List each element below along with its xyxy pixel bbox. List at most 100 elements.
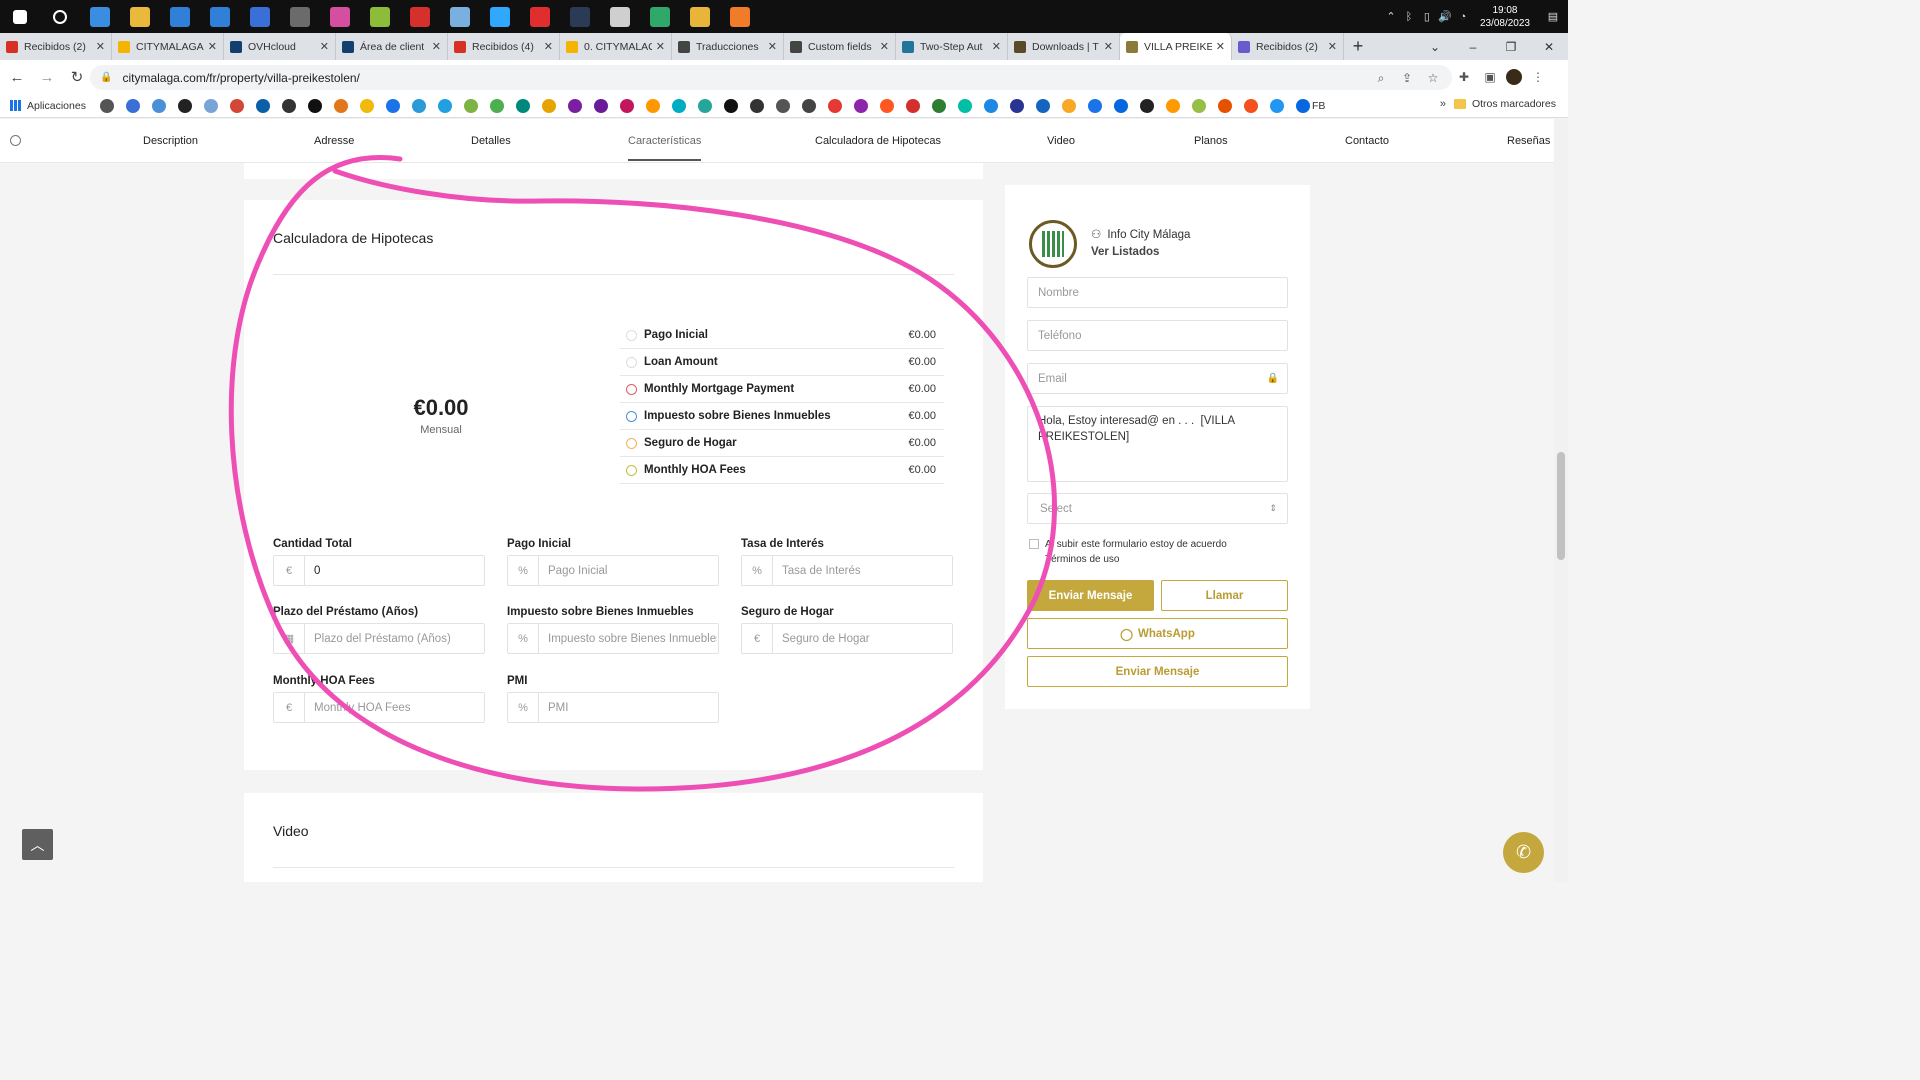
chrome-icon[interactable] [680, 0, 720, 33]
address-bar[interactable]: 🔒 citymalaga.com/fr/property/villa-preik… [90, 65, 1452, 90]
calculator-input[interactable] [305, 632, 483, 645]
calculator-input-field[interactable]: % [507, 623, 719, 654]
bookmark-favicon-icon[interactable] [1061, 98, 1076, 113]
calculator-input[interactable] [539, 564, 717, 577]
bookmark-favicon-icon[interactable] [879, 98, 894, 113]
tab-close-icon[interactable]: ✕ [992, 40, 1001, 53]
bookmark-favicon-icon[interactable] [1139, 98, 1154, 113]
bookmark-other-folder[interactable]: Otros marcadores [1453, 98, 1556, 110]
bookmark-favicon-icon[interactable] [931, 98, 946, 113]
tab-close-icon[interactable]: ✕ [768, 40, 777, 53]
bookmark-favicon-icon[interactable] [697, 98, 712, 113]
volume-icon[interactable]: 🔊 [1436, 8, 1454, 26]
bookmark-favicon-icon[interactable] [671, 98, 686, 113]
bookmark-favicon-icon[interactable] [359, 98, 374, 113]
bookmark-favicon-icon[interactable] [593, 98, 608, 113]
calculator-input-field[interactable]: € [273, 692, 485, 723]
bookmark-favicon-icon[interactable] [1087, 98, 1102, 113]
bookmark-favicon-icon[interactable] [203, 98, 218, 113]
circle-menu-icon[interactable] [10, 135, 21, 146]
bookmark-favicon-icon[interactable] [255, 98, 270, 113]
app-icon-1[interactable] [80, 0, 120, 33]
calculator-input-field[interactable]: % [507, 555, 719, 586]
section-nav-item[interactable]: Reseñas [1507, 135, 1550, 147]
settings-icon[interactable] [600, 0, 640, 33]
bookmark-favicon-icon[interactable] [307, 98, 322, 113]
name-field[interactable] [1027, 277, 1288, 308]
close-window-icon[interactable]: ✕ [1530, 33, 1568, 60]
browser-tab[interactable]: Área de client ✕ [336, 33, 448, 60]
bookmark-favicon-icon[interactable] [749, 98, 764, 113]
extensions-icon[interactable]: ✚ [1454, 67, 1474, 87]
minimize-icon[interactable]: – [1454, 33, 1492, 60]
calculator-input-field[interactable]: € [273, 555, 485, 586]
bookmark-favicon-icon[interactable] [1035, 98, 1050, 113]
bookmark-favicon-icon[interactable] [125, 98, 140, 113]
send-message-button-secondary[interactable]: Enviar Mensaje [1027, 656, 1288, 687]
bookmark-favicon-icon[interactable] [957, 98, 972, 113]
calculator-input[interactable] [773, 632, 951, 645]
section-nav-item[interactable]: Características [628, 135, 702, 161]
browser-tab[interactable]: CITYMALAGA ✕ [112, 33, 224, 60]
tab-close-icon[interactable]: ✕ [656, 40, 665, 53]
terms-checkbox[interactable] [1029, 539, 1039, 549]
bookmark-favicon-icon[interactable] [1191, 98, 1206, 113]
terms-link[interactable]: Términos de uso [1045, 552, 1227, 567]
section-nav-item[interactable]: Calculadora de Hipotecas [815, 135, 941, 147]
firefox-icon[interactable] [720, 0, 760, 33]
bookmark-favicon-icon[interactable] [619, 98, 634, 113]
agent-logo[interactable] [1029, 220, 1077, 268]
calculator-input[interactable] [539, 632, 717, 645]
browser-tab[interactable]: OVHcloud ✕ [224, 33, 336, 60]
bookmark-favicon-icon[interactable] [333, 98, 348, 113]
mail-icon[interactable] [160, 0, 200, 33]
bookmark-favicon-icon[interactable] [567, 98, 582, 113]
calculator-input-field[interactable]: ▦ [273, 623, 485, 654]
browser-tab[interactable]: 0. CITYMALAG ✕ [560, 33, 672, 60]
name-input[interactable] [1028, 278, 1287, 307]
system-clock[interactable]: 19:08 23/08/2023 [1472, 4, 1538, 30]
bookmark-favicon-icon[interactable] [411, 98, 426, 113]
scrollbar-thumb[interactable] [1557, 452, 1565, 560]
calculator-input-field[interactable]: % [507, 692, 719, 723]
bookmark-favicon-icon[interactable] [463, 98, 478, 113]
browser-tab[interactable]: Two-Step Aut ✕ [896, 33, 1008, 60]
tab-close-icon[interactable]: ✕ [432, 40, 441, 53]
bookmark-favicon-icon[interactable] [177, 98, 192, 113]
bookmark-favicon-icon[interactable] [541, 98, 556, 113]
edge-icon[interactable] [640, 0, 680, 33]
search-icon[interactable] [40, 0, 80, 33]
floating-whatsapp-button[interactable]: ✆ [1503, 832, 1544, 873]
message-field[interactable]: Hola, Estoy interesad@ en . . . [VILLA P… [1027, 406, 1288, 482]
calculator-icon[interactable] [280, 0, 320, 33]
browser-tab[interactable]: Recibidos (2) ✕ [1232, 33, 1344, 60]
section-nav-item[interactable]: Adresse [314, 135, 354, 147]
calculator-input-field[interactable]: % [741, 555, 953, 586]
menu-kebab-icon[interactable]: ⋮ [1528, 67, 1548, 87]
password-manager-icon[interactable]: 🔒 [1267, 373, 1279, 384]
app-icon-6[interactable] [440, 0, 480, 33]
bookmark-favicon-icon[interactable] [99, 98, 114, 113]
bookmark-favicon-icon[interactable] [1113, 98, 1128, 113]
section-nav-item[interactable]: Detalles [471, 135, 511, 147]
forward-icon[interactable]: → [34, 64, 60, 90]
bookmark-star-icon[interactable]: ☆ [1422, 69, 1444, 87]
browser-tab-active[interactable]: VILLA PREIKE ✕ [1120, 33, 1232, 60]
bookmarks-overflow[interactable]: » [1440, 98, 1446, 110]
tab-close-icon[interactable]: ✕ [1216, 40, 1225, 53]
page-scrollbar[interactable] [1554, 119, 1568, 882]
section-nav-item[interactable]: Video [1047, 135, 1075, 147]
store-icon[interactable] [200, 0, 240, 33]
section-nav-item[interactable]: Description [143, 135, 198, 147]
calculator-input[interactable] [539, 701, 717, 714]
app-icon-3[interactable] [320, 0, 360, 33]
zoom-icon[interactable]: ⌕ [1370, 69, 1392, 87]
calculator-input[interactable] [773, 564, 951, 577]
call-button[interactable]: Llamar [1161, 580, 1288, 611]
side-panel-icon[interactable]: ▣ [1480, 67, 1500, 87]
profile-avatar[interactable] [1506, 69, 1522, 85]
tab-close-icon[interactable]: ✕ [96, 40, 105, 53]
browser-tab[interactable]: Recibidos (2) ✕ [0, 33, 112, 60]
bookmark-favicon-icon[interactable] [1165, 98, 1180, 113]
app-icon-4[interactable] [360, 0, 400, 33]
